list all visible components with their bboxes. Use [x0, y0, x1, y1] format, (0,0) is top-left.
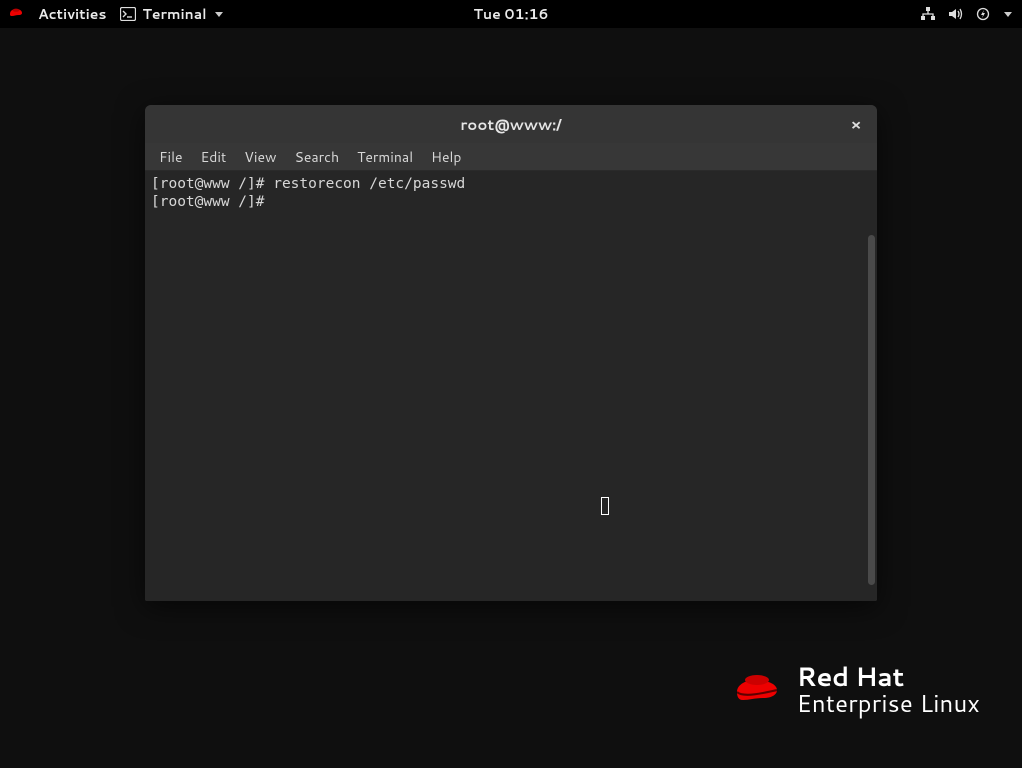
terminal-viewport[interactable]: [root@www /]# restorecon /etc/passwd [ro…: [145, 171, 877, 601]
titlebar[interactable]: root@www:/ ×: [145, 105, 877, 143]
window-title: root@www:/: [460, 114, 561, 135]
clock[interactable]: Tue 01:16: [474, 4, 549, 24]
redhat-branding: Red Hat Enterprise Linux: [733, 664, 980, 716]
system-menu-chevron-icon[interactable]: [1004, 12, 1012, 17]
menu-help[interactable]: Help: [423, 145, 469, 169]
terminal-icon: [120, 7, 136, 21]
power-icon[interactable]: [976, 7, 990, 21]
chevron-down-icon: [215, 12, 223, 17]
top-bar: Activities Terminal Tue 01:16: [0, 0, 1022, 28]
top-bar-left: Activities Terminal: [0, 4, 223, 24]
menu-view[interactable]: View: [236, 145, 284, 169]
app-menu-button[interactable]: Terminal: [120, 4, 222, 24]
network-icon[interactable]: [920, 7, 936, 21]
close-button[interactable]: ×: [845, 113, 867, 135]
menubar: File Edit View Search Terminal Help: [145, 143, 877, 171]
menu-file[interactable]: File: [151, 145, 191, 169]
branding-line2: Enterprise Linux: [797, 691, 980, 716]
text-cursor-icon: [601, 497, 609, 515]
app-menu-label: Terminal: [142, 4, 206, 24]
terminal-window: root@www:/ × File Edit View Search Termi…: [145, 105, 877, 601]
fedora-hat-icon: [733, 668, 783, 712]
branding-text: Red Hat Enterprise Linux: [797, 664, 980, 716]
top-bar-right: [920, 7, 1022, 21]
terminal-line: [root@www /]# restorecon /etc/passwd: [151, 175, 871, 193]
volume-icon[interactable]: [948, 7, 964, 21]
scrollbar-thumb[interactable]: [868, 235, 875, 585]
redhat-icon: [8, 7, 24, 21]
menu-terminal[interactable]: Terminal: [349, 145, 421, 169]
activities-button[interactable]: Activities: [38, 4, 106, 24]
menu-search[interactable]: Search: [287, 145, 348, 169]
terminal-line: [root@www /]#: [151, 193, 871, 211]
menu-edit[interactable]: Edit: [193, 145, 235, 169]
